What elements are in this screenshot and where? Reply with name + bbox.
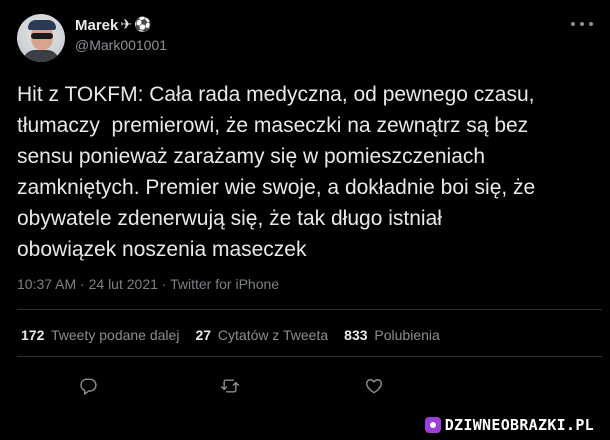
soccer-ball-icon: ⚽ <box>134 17 152 33</box>
retweet-button[interactable] <box>214 370 246 402</box>
reply-icon <box>80 378 97 395</box>
like-button[interactable] <box>358 370 390 402</box>
tweet-card: Marek ✈ ⚽ @Mark001001 Hit z TOKFM: Cała … <box>0 0 610 410</box>
meta-separator: · <box>161 276 167 292</box>
tweet-date[interactable]: 24 lut 2021 <box>89 276 158 292</box>
quotes-count: 27 <box>195 327 212 343</box>
display-name[interactable]: Marek <box>75 17 118 34</box>
reply-button[interactable] <box>72 370 104 402</box>
tweet-meta: 10:37 AM · 24 lut 2021 · Twitter for iPh… <box>17 276 279 292</box>
likes-stat[interactable]: 833 Polubienia <box>344 327 440 343</box>
heart-icon <box>366 379 382 394</box>
watermark: DZIWNEOBRAZKI.PL <box>420 414 600 436</box>
quotes-stat[interactable]: 27 Cytatów z Tweeta <box>195 327 328 343</box>
author-name-row[interactable]: Marek ✈ ⚽ <box>75 15 152 35</box>
dot <box>571 22 575 26</box>
action-bar <box>0 370 610 402</box>
retweets-label: Tweety podane dalej <box>51 327 180 343</box>
avatar-shirt <box>23 50 59 62</box>
retweets-count: 172 <box>21 327 45 343</box>
avatar-cap <box>28 20 56 30</box>
tweet-source[interactable]: Twitter for iPhone <box>170 276 279 292</box>
avatar-sunglasses <box>31 33 53 39</box>
divider <box>17 356 602 357</box>
likes-count: 833 <box>344 327 368 343</box>
tweet-text: Hit z TOKFM: Cała rada medyczna, od pewn… <box>17 83 536 261</box>
dot <box>580 22 584 26</box>
user-handle[interactable]: @Mark001001 <box>75 37 167 53</box>
more-dots-icon[interactable] <box>571 16 593 32</box>
site-logo-icon <box>424 417 441 433</box>
engagement-stats: 172 Tweety podane dalej 27 Cytatów z Twe… <box>21 327 440 343</box>
dot <box>589 22 593 26</box>
retweets-stat[interactable]: 172 Tweety podane dalej <box>21 327 179 343</box>
divider <box>17 309 602 310</box>
retweet-icon <box>220 379 240 393</box>
meta-separator: · <box>80 276 85 292</box>
quotes-label: Cytatów z Tweeta <box>217 327 329 343</box>
watermark-bar: DZIWNEOBRAZKI.PL <box>0 410 610 440</box>
avatar[interactable] <box>17 14 65 62</box>
tweet-time[interactable]: 10:37 AM <box>17 276 76 292</box>
likes-label: Polubienia <box>374 327 440 343</box>
watermark-text: DZIWNEOBRAZKI.PL <box>444 416 594 434</box>
airplane-icon: ✈ <box>120 17 133 33</box>
